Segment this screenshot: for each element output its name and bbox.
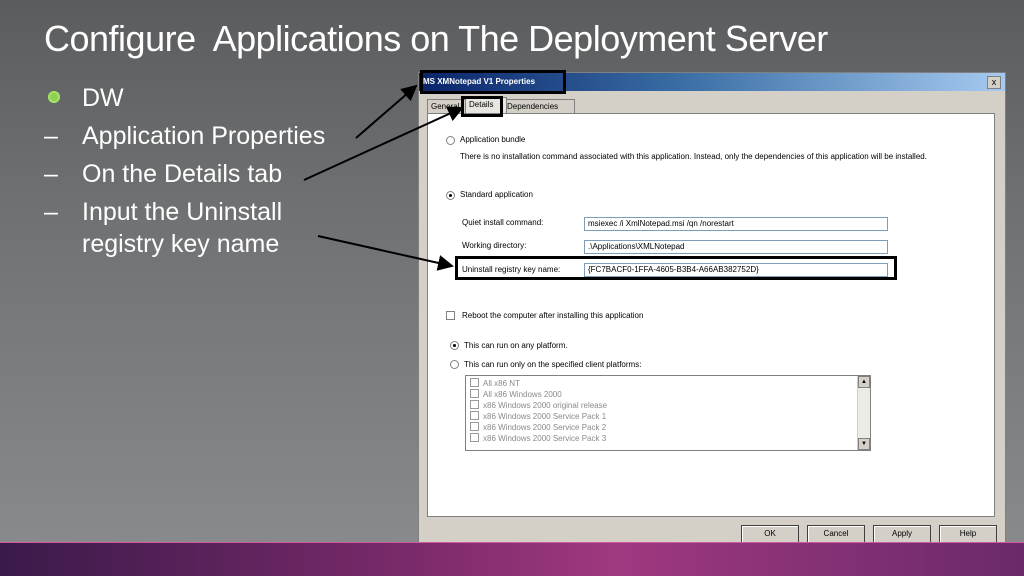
platform-label: x86 Windows 2000 original release — [483, 401, 608, 410]
dash-marker: – — [44, 122, 58, 150]
arrow-to-title — [355, 84, 418, 139]
bullet-item: – Input the Uninstall registry key name — [44, 196, 325, 266]
radio-standard-application[interactable] — [446, 191, 455, 200]
reboot-checkbox[interactable] — [446, 311, 455, 320]
working-directory-field[interactable]: .\Applications\XMLNotepad — [584, 240, 888, 254]
platform-checkbox[interactable] — [470, 378, 479, 387]
platform-checkbox[interactable] — [470, 389, 479, 398]
scroll-up-icon[interactable]: ▲ — [858, 376, 870, 388]
specified-platforms-label: This can run only on the specified clien… — [464, 360, 642, 369]
platform-list-scrollbar[interactable]: ▲ ▼ — [857, 376, 870, 450]
dash-marker: – — [44, 160, 58, 188]
slide-title: Configure Applications on The Deployment… — [44, 18, 828, 59]
uninstall-field-highlight-box — [455, 256, 897, 280]
bullet-item: – On the Details tab — [44, 158, 325, 196]
platform-list[interactable]: All x86 NT All x86 Windows 2000 x86 Wind… — [465, 375, 871, 451]
bottom-decor-band — [0, 542, 1024, 576]
close-icon[interactable]: x — [987, 76, 1001, 89]
tab-highlight-box — [461, 96, 503, 117]
bullet-text: DW — [82, 84, 124, 112]
reboot-label: Reboot the computer after installing thi… — [462, 311, 644, 320]
apply-button[interactable]: Apply — [873, 525, 931, 543]
bullet-text: On the Details tab — [82, 160, 283, 188]
help-button[interactable]: Help — [939, 525, 997, 543]
list-item[interactable]: x86 Windows 2000 Service Pack 2 — [470, 422, 606, 432]
standard-application-label: Standard application — [460, 190, 533, 199]
platform-checkbox[interactable] — [470, 422, 479, 431]
list-item[interactable]: x86 Windows 2000 Service Pack 3 — [470, 433, 606, 443]
platform-checkbox[interactable] — [470, 411, 479, 420]
platform-label: All x86 NT — [483, 379, 520, 388]
radio-application-bundle[interactable] — [446, 136, 455, 145]
cancel-button[interactable]: Cancel — [807, 525, 865, 543]
radio-any-platform[interactable] — [450, 341, 459, 350]
list-item[interactable]: All x86 NT — [470, 378, 520, 388]
quiet-install-label: Quiet install command: — [462, 218, 544, 227]
list-item[interactable]: x86 Windows 2000 original release — [470, 400, 607, 410]
bullet-dot-icon — [48, 91, 60, 103]
dash-marker: – — [44, 198, 58, 226]
tab-dependencies[interactable]: Dependencies — [503, 99, 575, 113]
quiet-install-field[interactable]: msiexec /i XmlNotepad.msi /qn /norestart — [584, 217, 888, 231]
application-bundle-description: There is no installation command associa… — [460, 152, 927, 161]
ok-button[interactable]: OK — [741, 525, 799, 543]
platform-label: x86 Windows 2000 Service Pack 1 — [483, 412, 607, 421]
list-item[interactable]: x86 Windows 2000 Service Pack 1 — [470, 411, 606, 421]
bullet-text: Application Properties — [82, 122, 326, 150]
platform-checkbox[interactable] — [470, 433, 479, 442]
working-directory-label: Working directory: — [462, 241, 527, 250]
platform-label: x86 Windows 2000 Service Pack 2 — [483, 423, 607, 432]
platform-checkbox[interactable] — [470, 400, 479, 409]
bullet-item: – Application Properties — [44, 120, 325, 158]
scroll-down-icon[interactable]: ▼ — [858, 438, 870, 450]
list-item[interactable]: All x86 Windows 2000 — [470, 389, 562, 399]
bullet-item: DW — [44, 82, 325, 120]
platform-label: x86 Windows 2000 Service Pack 3 — [483, 434, 607, 443]
platform-label: All x86 Windows 2000 — [483, 390, 562, 399]
properties-dialog: MS XMNotepad V1 Properties x General Det… — [418, 70, 1006, 554]
bullet-list: DW – Application Properties – On the Det… — [44, 82, 325, 266]
radio-specified-platforms[interactable] — [450, 360, 459, 369]
application-bundle-label: Application bundle — [460, 135, 526, 144]
any-platform-label: This can run on any platform. — [464, 341, 568, 350]
title-highlight-box — [420, 70, 566, 94]
details-panel: Application bundle There is no installat… — [427, 113, 995, 517]
bullet-text: Input the Uninstall registry key name — [82, 198, 283, 258]
